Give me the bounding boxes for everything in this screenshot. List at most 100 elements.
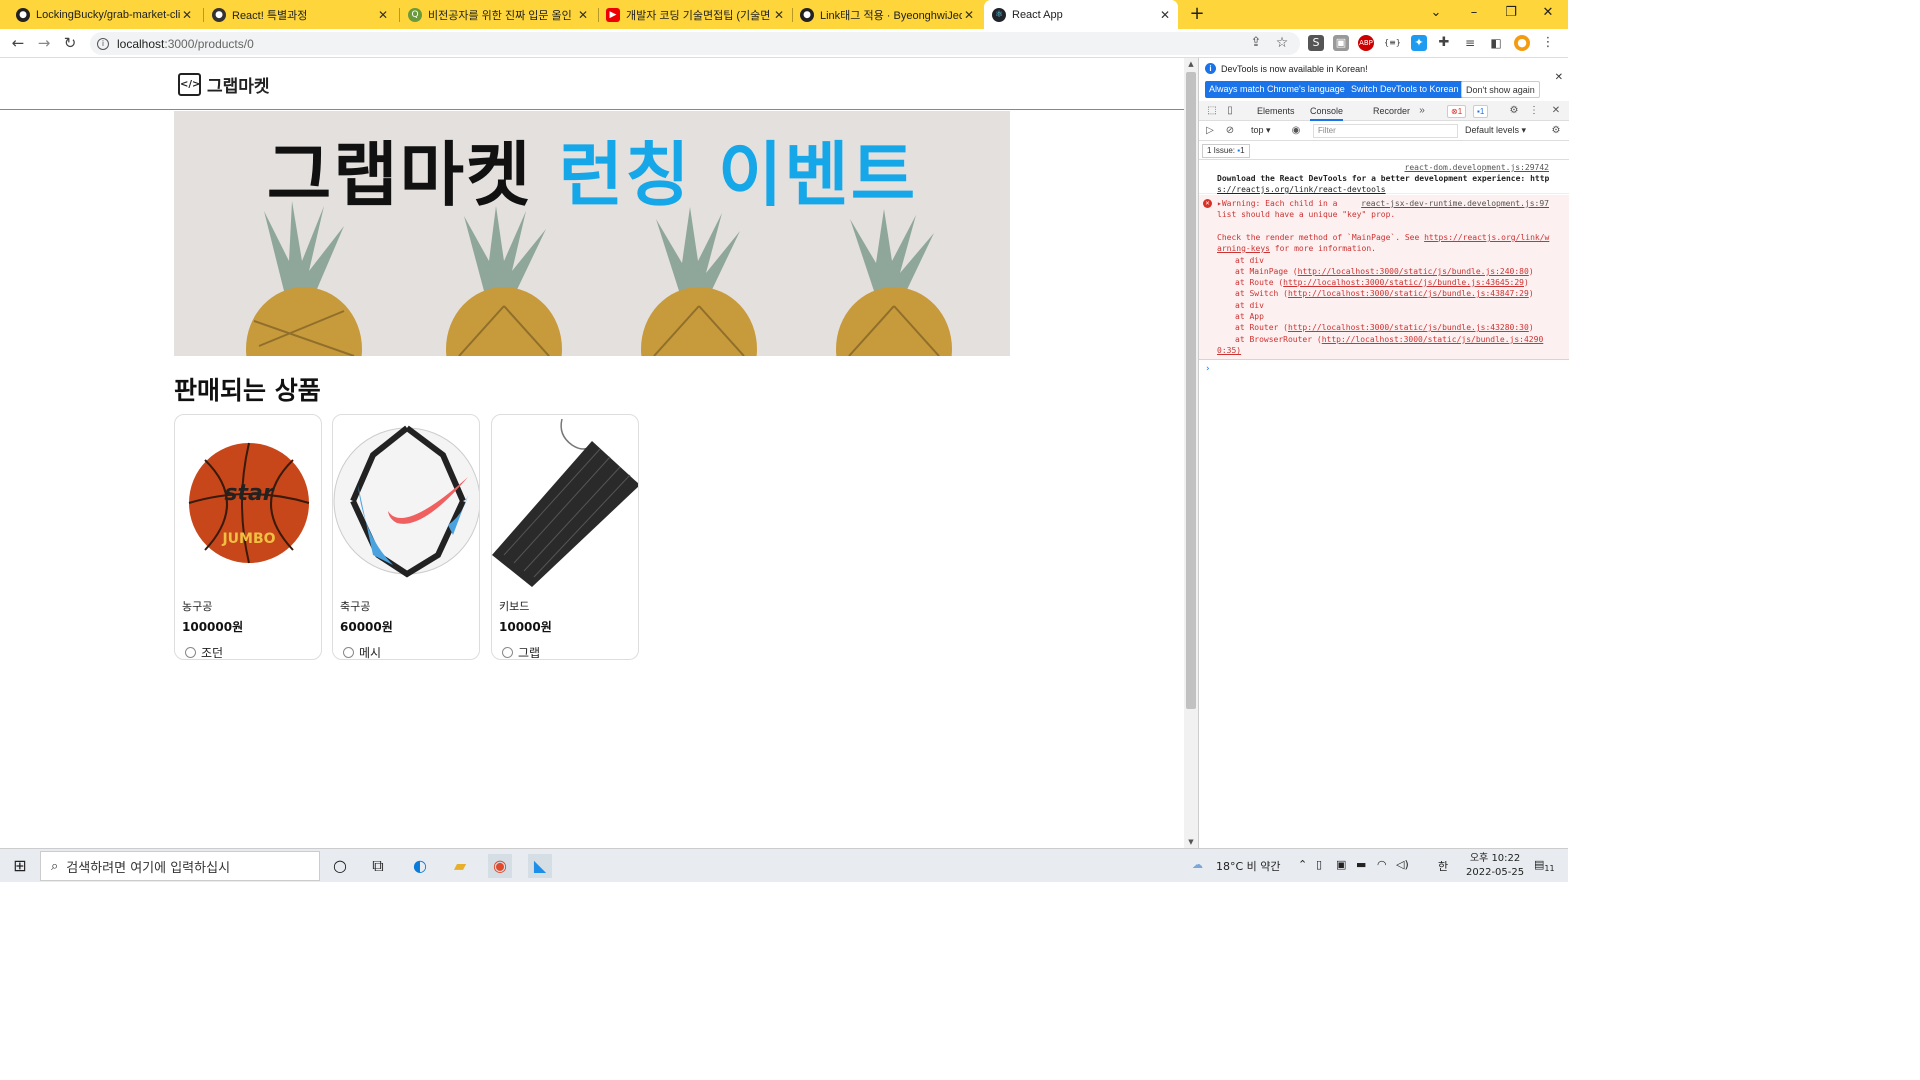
- extension-s-icon[interactable]: S: [1308, 35, 1324, 51]
- dont-show-again-button[interactable]: Don't show again: [1461, 81, 1540, 98]
- wifi-icon[interactable]: ◠: [1377, 858, 1387, 871]
- weather-text[interactable]: 18°C 비 약간: [1216, 858, 1281, 874]
- tab-console[interactable]: Console: [1310, 101, 1344, 121]
- cortana-icon[interactable]: ○: [328, 854, 352, 878]
- more-tabs-icon[interactable]: »: [1415, 104, 1429, 118]
- weather-icon[interactable]: ☁: [1192, 858, 1203, 871]
- side-panel-icon[interactable]: ◧: [1488, 35, 1504, 51]
- adblock-icon[interactable]: ABP: [1358, 35, 1374, 51]
- scroll-down-icon[interactable]: ▼: [1184, 836, 1198, 848]
- issues-button[interactable]: 1 Issue: ▪1: [1202, 144, 1250, 158]
- close-tab-icon[interactable]: ✕: [576, 8, 590, 22]
- menu-kebab-icon[interactable]: ⋮: [1540, 35, 1556, 51]
- volume-icon[interactable]: ◁): [1396, 858, 1409, 871]
- chevron-down-icon[interactable]: ⌄: [1418, 0, 1454, 29]
- clear-console-icon[interactable]: ⊘: [1223, 124, 1237, 138]
- log-source-link[interactable]: react-jsx-dev-runtime.development.js:97: [1361, 199, 1549, 208]
- browser-tab[interactable]: ● React! 특별과정 ✕: [204, 0, 396, 29]
- error-count-badge[interactable]: ⊗1: [1447, 105, 1467, 118]
- close-tab-icon[interactable]: ✕: [1158, 8, 1172, 22]
- more-options-icon[interactable]: ⋮: [1527, 104, 1541, 118]
- windows-start-icon[interactable]: ⊞: [8, 854, 32, 878]
- browser-tab[interactable]: ● LockingBucky/grab-market-clier ✕: [8, 0, 200, 29]
- ime-indicator[interactable]: 한: [1438, 858, 1448, 874]
- bookmark-star-icon[interactable]: ☆: [1272, 33, 1292, 53]
- console-error-entry: ✕ ▸Warning: Each child in a react-jsx-de…: [1199, 195, 1569, 360]
- tray-icon[interactable]: ▣: [1336, 858, 1346, 871]
- console-prompt[interactable]: ›: [1205, 364, 1210, 374]
- live-expression-eye-icon[interactable]: ◉: [1289, 124, 1303, 138]
- restore-button[interactable]: ❐: [1493, 0, 1529, 29]
- reload-icon[interactable]: ↻: [60, 33, 80, 53]
- warning-doc-link[interactable]: arning-keys: [1217, 244, 1270, 253]
- product-name: 축구공: [340, 600, 371, 613]
- minimize-button[interactable]: –: [1456, 0, 1492, 29]
- close-devtools-icon[interactable]: ✕: [1549, 104, 1563, 118]
- reading-list-icon[interactable]: ≡: [1462, 35, 1478, 51]
- json-icon[interactable]: {≡}: [1384, 35, 1401, 51]
- console-settings-icon[interactable]: ⚙: [1549, 124, 1563, 138]
- event-banner[interactable]: 그랩마켓 런칭 이벤트: [174, 111, 1010, 356]
- log-levels-dropdown[interactable]: Default levels ▾: [1465, 125, 1526, 136]
- page-scrollbar[interactable]: ▲ ▼: [1184, 58, 1198, 848]
- product-card[interactable]: star JUMBO 농구공 100000원 조던: [174, 414, 322, 660]
- taskbar-search-input[interactable]: ⌕ 검색하려면 여기에 입력하십시: [40, 851, 320, 881]
- site-logo[interactable]: </> 그랩마켓: [178, 72, 270, 97]
- vscode-icon[interactable]: ◣: [528, 854, 552, 878]
- message-count-badge[interactable]: ▪1: [1473, 105, 1489, 118]
- tab-recorder[interactable]: Recorder: [1373, 101, 1410, 121]
- inspect-element-icon[interactable]: ⬚: [1205, 104, 1219, 118]
- switch-to-korean-button[interactable]: Switch DevTools to Korean: [1347, 81, 1463, 98]
- twitter-icon[interactable]: ✦: [1411, 35, 1427, 51]
- address-bar[interactable]: i localhost:3000/products/0: [90, 32, 1300, 55]
- profile-avatar[interactable]: ●: [1514, 35, 1530, 51]
- stack-line: at Switch (http://localhost:3000/static/…: [1235, 289, 1534, 298]
- edge-icon[interactable]: ◐: [408, 854, 432, 878]
- battery-icon[interactable]: ▬: [1356, 858, 1366, 871]
- tray-chevron-icon[interactable]: ⌃: [1298, 858, 1307, 871]
- tray-icon[interactable]: ▯: [1316, 858, 1322, 871]
- settings-gear-icon[interactable]: ⚙: [1507, 104, 1521, 118]
- back-icon[interactable]: ←: [8, 33, 28, 53]
- product-card[interactable]: 키보드 10000원 그랩: [491, 414, 639, 660]
- close-window-button[interactable]: ✕: [1530, 0, 1566, 29]
- search-icon: ⌕: [51, 858, 59, 874]
- banner-text-blue: 런칭 이벤트: [558, 134, 918, 216]
- close-tab-icon[interactable]: ✕: [772, 8, 786, 22]
- forward-icon[interactable]: →: [34, 33, 54, 53]
- close-tab-icon[interactable]: ✕: [376, 8, 390, 22]
- scroll-up-icon[interactable]: ▲: [1184, 58, 1198, 70]
- taskbar-clock[interactable]: 오후 10:22 2022-05-25: [1466, 852, 1524, 880]
- product-seller: 조던: [185, 644, 223, 659]
- new-tab-button[interactable]: +: [1186, 3, 1208, 25]
- close-tab-icon[interactable]: ✕: [962, 8, 976, 22]
- context-selector[interactable]: top ▾: [1251, 125, 1271, 136]
- product-card[interactable]: 축구공 60000원 메시: [332, 414, 480, 660]
- close-tab-icon[interactable]: ✕: [180, 8, 194, 22]
- tab-elements[interactable]: Elements: [1257, 101, 1295, 121]
- svg-text:JUMBO: JUMBO: [221, 531, 275, 547]
- share-icon[interactable]: ⇪: [1246, 33, 1266, 53]
- console-log-entry: react-dom.development.js:29742 Download …: [1199, 160, 1569, 194]
- notification-icon[interactable]: ▤11: [1534, 858, 1555, 873]
- browser-tab[interactable]: ● Link태그 적용 · ByeonghwiJeong ✕: [792, 0, 982, 29]
- error-icon: ✕: [1203, 199, 1212, 208]
- browser-tab[interactable]: ▶ 개발자 코딩 기술면접팁 (기술면 ✕: [598, 0, 792, 29]
- extension-image-icon[interactable]: ▣: [1333, 35, 1349, 51]
- sidebar-toggle-icon[interactable]: ▷: [1203, 124, 1217, 138]
- always-match-language-button[interactable]: Always match Chrome's language: [1205, 81, 1349, 98]
- browser-tab[interactable]: Q 비전공자를 위한 진짜 입문 올인 ✕: [400, 0, 596, 29]
- browser-tab-active[interactable]: ⚛ React App ✕: [984, 0, 1178, 29]
- file-explorer-icon[interactable]: ▰: [448, 854, 472, 878]
- info-icon[interactable]: i: [97, 37, 109, 50]
- chrome-icon[interactable]: ◉: [488, 854, 512, 878]
- avatar-icon: [502, 647, 513, 658]
- warning-doc-link[interactable]: https://reactjs.org/link/w: [1424, 233, 1549, 242]
- device-toolbar-icon[interactable]: ▯: [1223, 104, 1237, 118]
- task-view-icon[interactable]: ⧉: [366, 854, 390, 878]
- close-icon[interactable]: ✕: [1555, 72, 1563, 83]
- extensions-puzzle-icon[interactable]: ✚: [1436, 35, 1452, 51]
- scrollbar-thumb[interactable]: [1186, 72, 1196, 709]
- console-filter-input[interactable]: Filter: [1313, 124, 1458, 138]
- log-source-link[interactable]: react-dom.development.js:29742: [1405, 163, 1550, 172]
